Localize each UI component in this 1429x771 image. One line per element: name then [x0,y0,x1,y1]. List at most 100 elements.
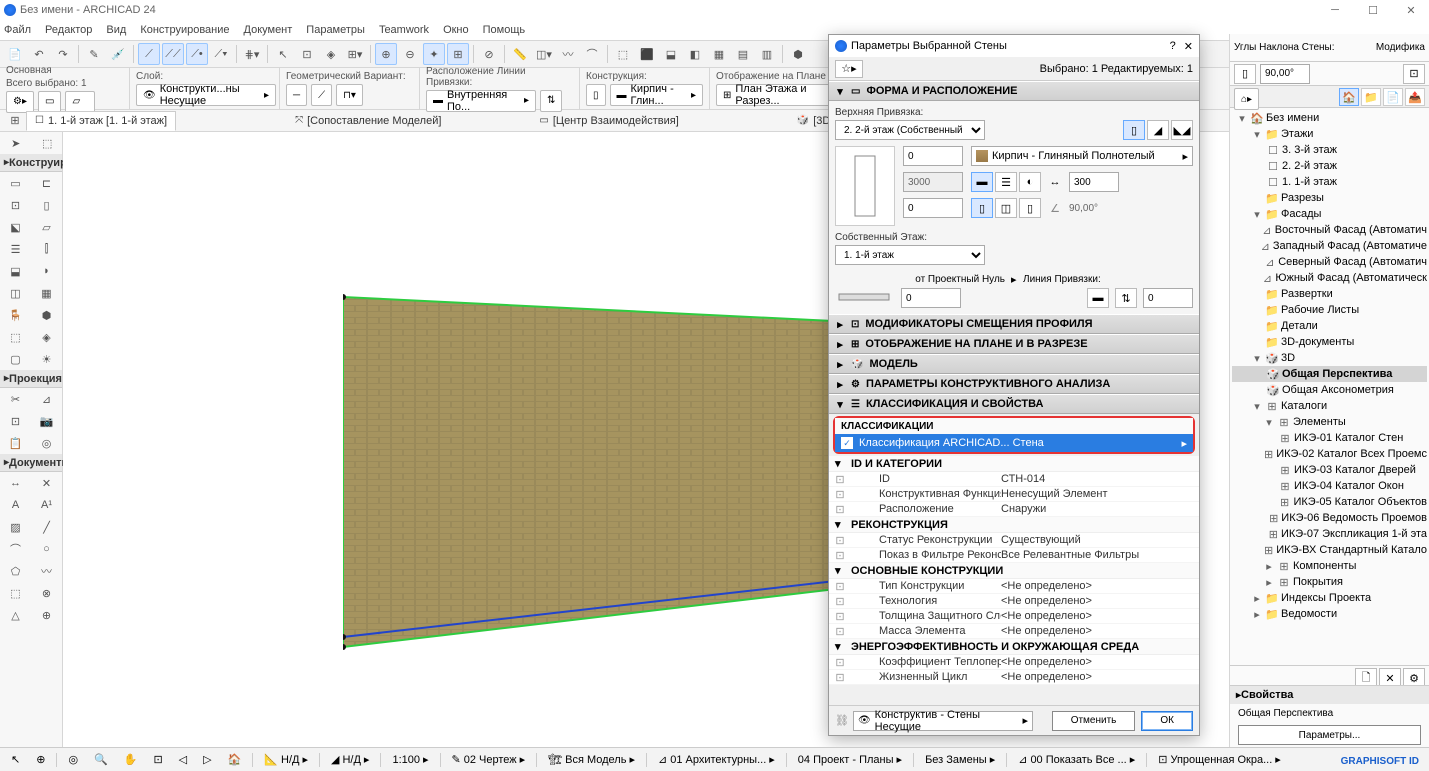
tree-sched-7[interactable]: ⊞ИКЭ-ВХ Стандартный Катало [1232,542,1427,558]
geom-btn1[interactable]: ─ [286,84,307,106]
tree-elev-2[interactable]: ⊿Северный Фасад (Автоматич [1232,254,1427,270]
3d-viewport[interactable] [63,132,1429,747]
tree-sched-2[interactable]: ⊞ИКЭ-03 Каталог Дверей [1232,462,1427,478]
tb-guide2-icon[interactable]: ⟋⟋ [162,43,184,65]
section-model[interactable]: ▸🎲 МОДЕЛЬ [829,354,1199,374]
prop-group-header[interactable]: ▾ОСНОВНЫЕ КОНСТРУКЦИИ [829,563,1199,579]
status-scale[interactable]: 1:100 ▸ [387,751,433,769]
geom-btn2[interactable]: ⟋ [311,84,332,106]
tree-surfaces[interactable]: ▸⊞Покрытия [1232,574,1427,590]
height-top-input[interactable] [903,146,963,166]
zone-tool[interactable]: ⬢ [31,304,62,326]
tb-grav3-icon[interactable]: ✦ [423,43,445,65]
prop-row[interactable]: ⊡Коэффициент Теплопере...<Не определено> [829,655,1199,670]
display-select[interactable]: ⊞ План Этажа и Разрез... ▸ [716,84,846,106]
tree-story-1[interactable]: ☐1. 1-й этаж [1232,174,1427,190]
beam-tool[interactable]: ⬕ [0,216,31,238]
prop-row[interactable]: ⊡Масса Элемента<Не определено> [829,624,1199,639]
tree-story-3[interactable]: ☐3. 3-й этаж [1232,142,1427,158]
roof-tool[interactable]: ⬓ [0,260,31,282]
top-link-select[interactable]: 2. 2-й этаж (Собственный + 1) [835,120,985,140]
status-model[interactable]: 🏗 Вся Модель ▸ [543,751,640,769]
tab-floor[interactable]: ☐ 1. 1-й этаж [1. 1-й этаж] [26,111,176,131]
tb-grid-icon[interactable]: ⋕▾ [241,43,263,65]
section-form[interactable]: ▾▭ ФОРМА И РАСПОЛОЖЕНИЕ [829,81,1199,101]
tb-undo-icon[interactable]: ↶ [28,43,50,65]
status-nosub[interactable]: Без Замены ▸ [920,751,1000,769]
navigator-tree[interactable]: ▾🏠Без имени ▾📁Этажи ☐3. 3-й этаж ☐2. 2-й… [1230,108,1429,665]
prop-row[interactable]: ⊡IDСТН-014 [829,472,1199,487]
thickness-input[interactable] [1069,172,1119,192]
tb-new-icon[interactable]: 📄 [4,43,26,65]
struct-type-icon[interactable]: ▯ [586,84,606,106]
door-tool[interactable]: ⊏ [31,172,62,194]
status-show[interactable]: ⊿ 00 Показать Все ... ▸ [1013,751,1140,769]
prop-row[interactable]: ⊡Показ в Фильтре Реконстр...Все Релевант… [829,548,1199,563]
status-draw[interactable]: ✎ 02 Чертеж ▸ [447,751,531,769]
tb-model-icon[interactable]: ⬢ [787,43,809,65]
tree-elevations[interactable]: ▾📁Фасады [1232,206,1427,222]
tb-snap2-icon[interactable]: ⊡ [296,43,318,65]
status-next-icon[interactable]: ▷ [198,751,216,769]
mod-icon[interactable]: ⊡ [1403,64,1425,84]
tree-ws[interactable]: 📁Рабочие Листы [1232,302,1427,318]
elevation-tool[interactable]: ⊿ [31,388,62,410]
ref-outside-icon[interactable]: ▬ [1087,288,1109,308]
arrow-tool[interactable]: ➤ [0,132,32,154]
dialog-help-icon[interactable]: ? [1170,40,1176,53]
nav-tab-pub[interactable]: 📤 [1405,88,1425,106]
status-orbit-icon[interactable]: ◎ [63,751,83,769]
ref-flip2-icon[interactable]: ⇅ [1115,288,1137,308]
arc-tool[interactable]: ⌒ [0,538,31,560]
ref-mid-icon[interactable]: ◫ [995,198,1017,218]
material-select[interactable]: Кирпич - Глиняный Полнотелый▸ [971,146,1193,166]
ie-tool[interactable]: ⊡ [0,410,31,432]
worksheet-tool[interactable]: 📋 [0,432,31,454]
tb-morph6-icon[interactable]: ▤ [732,43,754,65]
drawing-tool[interactable]: ⬚ [0,582,31,604]
tb-morph5-icon[interactable]: ▦ [708,43,730,65]
menu-file[interactable]: Файл [4,24,31,36]
doc-header[interactable]: ▸ Документиро [0,454,62,472]
tb-grav1-icon[interactable]: ⊕ [375,43,397,65]
status-nd2[interactable]: ◢ Н/Д ▸ [326,751,374,769]
spline-tool[interactable]: 〰 [31,560,62,582]
prop-row[interactable]: ⊡Толщина Защитного Слоя...<Не определено… [829,609,1199,624]
prop-group-header[interactable]: ▾РЕКОНСТРУКЦИЯ [829,517,1199,533]
status-simp[interactable]: ⊡ Упрощенная Окра... ▸ [1153,751,1286,769]
tree-elev-0[interactable]: ⊿Восточный Фасад (Автоматич [1232,222,1427,238]
marquee-tool[interactable]: ⬚ [32,132,64,154]
menu-window[interactable]: Окно [443,24,469,36]
tree-sched-5[interactable]: ⊞ИКЭ-06 Ведомость Проемов [1232,510,1427,526]
status-prev-icon[interactable]: ◁ [174,751,192,769]
home-story-select[interactable]: 1. 1-й этаж [835,245,985,265]
tree-details[interactable]: 📁Детали [1232,318,1427,334]
tree-sched-4[interactable]: ⊞ИКЭ-05 Каталог Объектов [1232,494,1427,510]
tree-indexes[interactable]: ▸📁Индексы Проекта [1232,590,1427,606]
tb-curve-icon[interactable]: 〰 [557,43,579,65]
window-tool[interactable]: ⊡ [0,194,31,216]
tb-grav2-icon[interactable]: ⊖ [399,43,421,65]
classification-row[interactable]: ✓ Классификация ARCHICAD... Стена ▸ [835,434,1193,452]
status-arrow-icon[interactable]: ↖ [6,751,25,769]
tree-sched-1[interactable]: ⊞ИКЭ-02 Каталог Всех Проемс [1232,446,1427,462]
status-layout[interactable]: 04 Проект - Планы ▸ [793,751,907,769]
struct-basic-icon[interactable]: ▬ [971,172,993,192]
ref-flip-icon[interactable]: ⇅ [540,90,562,112]
ref-out-icon[interactable]: ▯ [971,198,993,218]
tree-schedules[interactable]: ▾⊞Каталоги [1232,398,1427,414]
nav-tab-layout[interactable]: 📄 [1383,88,1403,106]
detail-tool[interactable]: ◎ [31,432,62,454]
ref-select[interactable]: ▬ Внутренняя По... ▸ [426,90,536,112]
tree-sched-0[interactable]: ⊞ИКЭ-01 Каталог Стен [1232,430,1427,446]
status-home-icon[interactable]: 🏠 [223,751,247,769]
menu-options[interactable]: Параметры [306,24,365,36]
prop-group-header[interactable]: ▾ID И КАТЕГОРИИ [829,456,1199,472]
tb-trace-icon[interactable]: ◫▾ [533,43,555,65]
tb-inject-icon[interactable]: 💉 [107,43,129,65]
tb-susp-icon[interactable]: ⊘ [478,43,500,65]
column-tool[interactable]: ▯ [31,194,62,216]
footer-layer-select[interactable]: 👁 Конструктив - Стены Несущие▸ [853,711,1033,731]
opening-tool[interactable]: ▢ [0,348,31,370]
tb-guide1-icon[interactable]: ⟋ [138,43,160,65]
